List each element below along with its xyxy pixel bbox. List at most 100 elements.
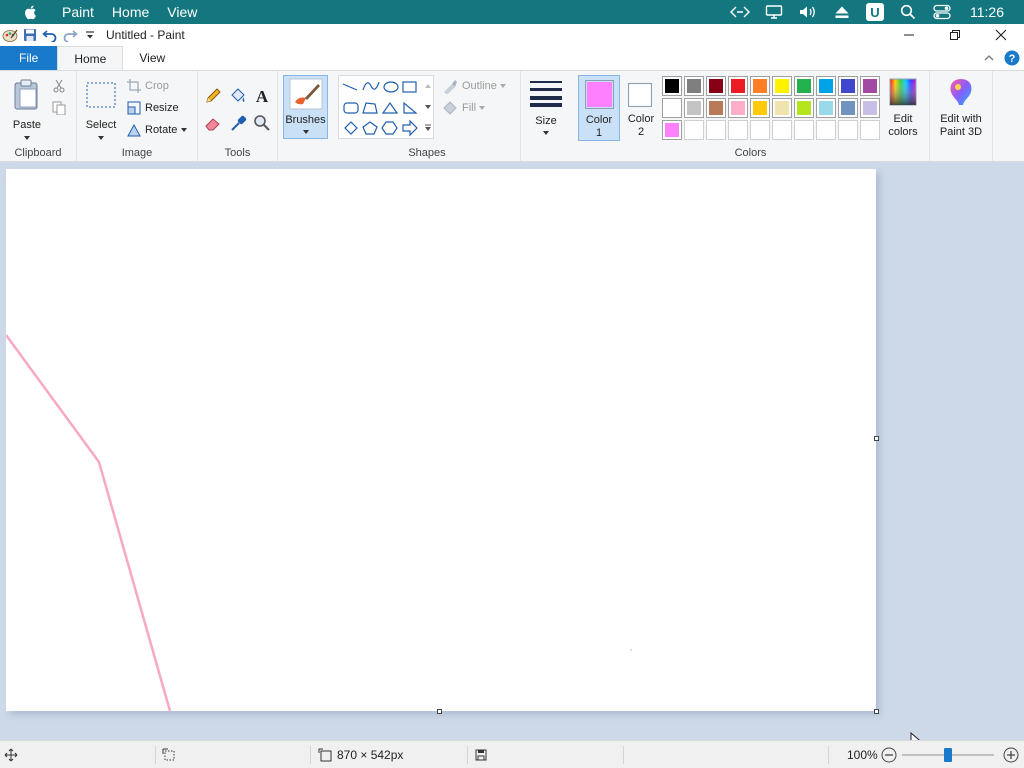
palette-swatch[interactable] xyxy=(750,98,770,118)
clock[interactable]: 11:26 xyxy=(970,4,1004,20)
palette-swatch[interactable] xyxy=(772,98,792,118)
shapes-scroll[interactable] xyxy=(423,76,433,138)
minimize-button[interactable] xyxy=(886,24,932,46)
rectangle-shape-icon[interactable] xyxy=(402,81,417,93)
color1-button[interactable]: Color 1 xyxy=(578,75,620,141)
palette-swatch[interactable] xyxy=(662,120,682,140)
zoom-out-icon[interactable] xyxy=(881,747,897,763)
code-icon[interactable] xyxy=(730,4,750,20)
palette-swatch[interactable] xyxy=(728,98,748,118)
u-icon[interactable]: U xyxy=(866,3,884,21)
palette-swatch[interactable] xyxy=(684,98,704,118)
oval-shape-icon[interactable] xyxy=(383,81,399,93)
resize-handle-bottom[interactable] xyxy=(437,709,442,714)
right-triangle-shape-icon[interactable] xyxy=(403,101,418,114)
rounded-rectangle-shape-icon[interactable] xyxy=(343,102,359,114)
polygon-shape-icon[interactable] xyxy=(362,102,378,114)
close-button[interactable] xyxy=(978,24,1024,46)
arrow-shape-icon[interactable] xyxy=(402,119,418,137)
eject-icon[interactable] xyxy=(832,4,852,20)
palette-swatch[interactable] xyxy=(662,98,682,118)
pentagon-shape-icon[interactable] xyxy=(362,121,378,135)
menu-view[interactable]: View xyxy=(167,4,197,20)
display-icon[interactable] xyxy=(764,4,784,20)
tab-file[interactable]: File xyxy=(0,46,58,70)
palette-swatch[interactable] xyxy=(794,76,814,96)
tab-home[interactable]: Home xyxy=(57,46,124,70)
copy-icon[interactable] xyxy=(52,101,66,115)
redo-icon[interactable] xyxy=(60,25,80,45)
fill-button[interactable]: Fill xyxy=(442,97,486,119)
scroll-down-icon[interactable] xyxy=(424,104,432,110)
palette-swatch[interactable] xyxy=(772,76,792,96)
palette-swatch[interactable] xyxy=(838,76,858,96)
palette-swatch-empty[interactable] xyxy=(750,120,770,140)
palette-swatch[interactable] xyxy=(662,76,682,96)
palette-swatch[interactable] xyxy=(728,76,748,96)
outline-button[interactable]: Outline xyxy=(442,75,506,97)
tab-view[interactable]: View xyxy=(123,46,181,70)
eraser-icon[interactable] xyxy=(204,114,222,132)
palette-swatch[interactable] xyxy=(838,98,858,118)
hexagon-shape-icon[interactable] xyxy=(381,121,398,135)
palette-swatch[interactable] xyxy=(684,76,704,96)
color2-button[interactable]: Color 2 xyxy=(622,75,660,141)
palette-swatch[interactable] xyxy=(706,98,726,118)
magnifier-icon[interactable] xyxy=(253,114,271,132)
paste-button[interactable]: Paste xyxy=(6,77,48,143)
menu-paint[interactable]: Paint xyxy=(62,4,94,20)
pencil-icon[interactable] xyxy=(204,87,222,105)
brushes-button[interactable]: Brushes xyxy=(283,75,328,139)
line-shape-icon[interactable] xyxy=(342,83,358,91)
palette-swatch[interactable] xyxy=(750,76,770,96)
palette-swatch-empty[interactable] xyxy=(794,120,814,140)
palette-swatch-empty[interactable] xyxy=(684,120,704,140)
customize-qat-icon[interactable] xyxy=(80,25,100,45)
gallery-more-icon[interactable] xyxy=(424,124,432,132)
resize-handle-right[interactable] xyxy=(874,436,879,441)
select-button[interactable]: Select xyxy=(81,77,121,143)
zoom-in-icon[interactable] xyxy=(1003,747,1019,763)
palette-swatch[interactable] xyxy=(816,76,836,96)
rotate-button[interactable]: Rotate xyxy=(127,119,188,141)
scroll-up-icon[interactable] xyxy=(424,83,432,89)
resize-button[interactable]: Resize xyxy=(127,97,179,119)
palette-swatch-empty[interactable] xyxy=(860,120,880,140)
help-icon[interactable]: ? xyxy=(1004,50,1020,66)
undo-icon[interactable] xyxy=(40,25,60,45)
triangle-shape-icon[interactable] xyxy=(381,101,399,114)
apple-icon[interactable] xyxy=(22,3,40,21)
fill-bucket-icon[interactable] xyxy=(229,87,247,105)
palette-swatch-empty[interactable] xyxy=(816,120,836,140)
cut-icon[interactable] xyxy=(52,79,66,93)
edit-with-paint3d-button[interactable]: Edit with Paint 3D xyxy=(932,75,990,141)
search-icon[interactable] xyxy=(898,4,918,20)
control-center-icon[interactable] xyxy=(932,4,952,20)
drawing-canvas[interactable] xyxy=(6,169,876,711)
palette-swatch-empty[interactable] xyxy=(838,120,858,140)
paint-app-icon[interactable] xyxy=(0,25,20,45)
zoom-slider-thumb[interactable] xyxy=(944,748,952,762)
text-icon[interactable]: A xyxy=(253,87,271,105)
diamond-shape-icon[interactable] xyxy=(344,121,358,135)
zoom-slider[interactable] xyxy=(902,748,994,762)
menu-home[interactable]: Home xyxy=(112,4,149,20)
palette-swatch[interactable] xyxy=(706,76,726,96)
curve-shape-icon[interactable] xyxy=(362,81,380,91)
volume-icon[interactable] xyxy=(798,4,818,20)
palette-swatch[interactable] xyxy=(816,98,836,118)
size-button[interactable]: Size xyxy=(525,75,567,139)
palette-swatch[interactable] xyxy=(794,98,814,118)
palette-swatch-empty[interactable] xyxy=(728,120,748,140)
palette-swatch[interactable] xyxy=(860,76,880,96)
color-picker-icon[interactable] xyxy=(229,114,247,132)
restore-button[interactable] xyxy=(932,24,978,46)
resize-handle-corner[interactable] xyxy=(874,709,879,714)
shapes-gallery[interactable] xyxy=(338,75,434,139)
save-icon[interactable] xyxy=(20,25,40,45)
palette-swatch[interactable] xyxy=(860,98,880,118)
edit-colors-button[interactable]: Edit colors xyxy=(882,75,924,141)
palette-swatch-empty[interactable] xyxy=(772,120,792,140)
crop-button[interactable]: Crop xyxy=(127,75,169,97)
collapse-ribbon-icon[interactable] xyxy=(984,54,994,62)
